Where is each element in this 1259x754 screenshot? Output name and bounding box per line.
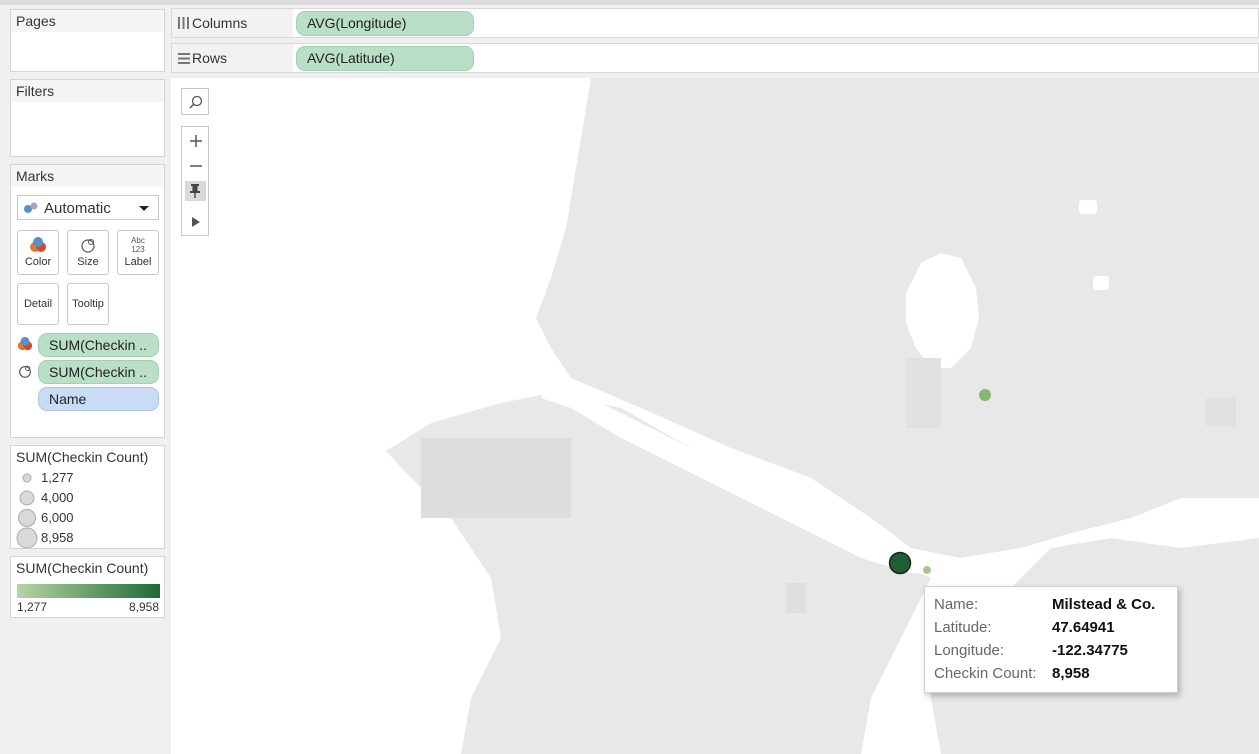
size-legend-label-3: 6,000 <box>41 510 74 525</box>
longitude-pill[interactable]: AVG(Longitude) <box>296 11 474 36</box>
size-legend-label-4: 8,958 <box>41 530 74 545</box>
size-legend-circle-3 <box>18 509 36 527</box>
park-1 <box>421 438 571 518</box>
size-legend-circle-2 <box>19 490 35 506</box>
filters-card[interactable]: Filters <box>10 79 165 157</box>
pages-card-title: Pages <box>11 10 164 32</box>
park-3 <box>786 583 806 613</box>
mark-type-icon <box>24 202 38 213</box>
pool-2 <box>1093 276 1109 290</box>
latitude-pill[interactable]: AVG(Latitude) <box>296 46 474 71</box>
mark-tooltip: Name: Milstead & Co. Latitude: 47.64941 Lo… <box>924 586 1178 693</box>
rows-shelf[interactable]: Rows AVG(Latitude) <box>171 43 1259 73</box>
detail-button[interactable]: Detail <box>17 283 59 325</box>
color-legend: SUM(Checkin Count) 1,277 8,958 <box>10 556 165 618</box>
color-legend-max: 8,958 <box>128 600 159 614</box>
detail-button-label: Detail <box>23 298 53 310</box>
tooltip-row-longitude: Longitude: -122.34775 <box>934 642 1128 659</box>
mark-type-dropdown[interactable]: Automatic <box>17 195 159 220</box>
size-field-pill[interactable]: SUM(Checkin .. <box>38 360 159 384</box>
color-field-pill[interactable]: SUM(Checkin .. <box>38 333 159 357</box>
color-ramp[interactable] <box>17 584 160 598</box>
size-legend-label-2: 4,000 <box>41 490 74 505</box>
size-legend-circle-1 <box>22 473 32 483</box>
color-button-label: Color <box>24 256 52 268</box>
title-bar-edge <box>0 0 1259 5</box>
search-icon <box>189 95 203 109</box>
mark-type-value: Automatic <box>44 200 111 217</box>
size-legend-label-1: 1,277 <box>41 470 74 485</box>
size-legend-title: SUM(Checkin Count) <box>16 449 149 465</box>
mark-medium[interactable] <box>977 387 993 403</box>
minus-icon <box>189 165 202 167</box>
color-legend-min: 1,277 <box>17 600 48 614</box>
tooltip-row-checkins: Checkin Count: 8,958 <box>934 665 1090 682</box>
label-button[interactable]: Abc 123 Label <box>117 230 159 275</box>
tooltip-row-name: Name: Milstead & Co. <box>934 596 1156 613</box>
color-icon <box>30 237 46 252</box>
color-field-icon <box>17 336 33 351</box>
park-4 <box>1206 398 1236 426</box>
columns-icon <box>178 17 189 29</box>
columns-shelf[interactable]: Columns AVG(Longitude) <box>171 8 1259 38</box>
rows-shelf-label: Rows <box>172 44 293 72</box>
search-tool[interactable] <box>181 88 209 115</box>
map-view[interactable]: Name: Milstead & Co. Latitude: 47.64941 Lo… <box>171 78 1259 754</box>
mark-small[interactable] <box>921 564 933 576</box>
columns-shelf-label: Columns <box>172 9 293 37</box>
tooltip-row-latitude: Latitude: 47.64941 <box>934 619 1115 636</box>
color-button[interactable]: Color <box>17 230 59 275</box>
color-legend-title: SUM(Checkin Count) <box>16 560 149 576</box>
size-legend-circle-4 <box>16 527 38 549</box>
park-2 <box>906 358 941 428</box>
tooltip-button-label: Tooltip <box>72 298 104 310</box>
chevron-down-icon <box>139 206 149 211</box>
mark-milstead[interactable] <box>887 550 913 576</box>
rows-label-text: Rows <box>192 50 228 66</box>
label-icon: Abc 123 <box>131 236 145 254</box>
play-icon <box>191 217 200 227</box>
label-button-label: Label <box>124 256 152 268</box>
pin-icon <box>190 184 200 198</box>
rows-icon <box>178 53 190 64</box>
filters-card-title: Filters <box>11 80 164 102</box>
size-field-icon <box>19 365 31 378</box>
detail-field-pill[interactable]: Name <box>38 387 159 411</box>
plus-icon <box>189 135 202 147</box>
size-button[interactable]: Size <box>67 230 109 275</box>
columns-label-text: Columns <box>192 15 248 31</box>
tooltip-button[interactable]: Tooltip <box>67 283 109 325</box>
zoom-toolbar <box>181 126 209 236</box>
size-icon <box>81 239 95 253</box>
marks-card: Marks Automatic Color Size Abc 123 Label… <box>10 164 165 438</box>
marks-card-title: Marks <box>11 165 164 187</box>
expand-toolbar-button[interactable] <box>182 211 209 233</box>
size-legend: SUM(Checkin Count) 1,277 4,000 6,000 8,9… <box>10 445 165 549</box>
zoom-in-button[interactable] <box>182 129 209 153</box>
pages-card[interactable]: Pages <box>10 9 165 72</box>
size-button-label: Size <box>77 256 99 268</box>
zoom-out-button[interactable] <box>182 154 209 178</box>
pin-button[interactable] <box>185 181 206 201</box>
pool-1 <box>1079 200 1097 214</box>
